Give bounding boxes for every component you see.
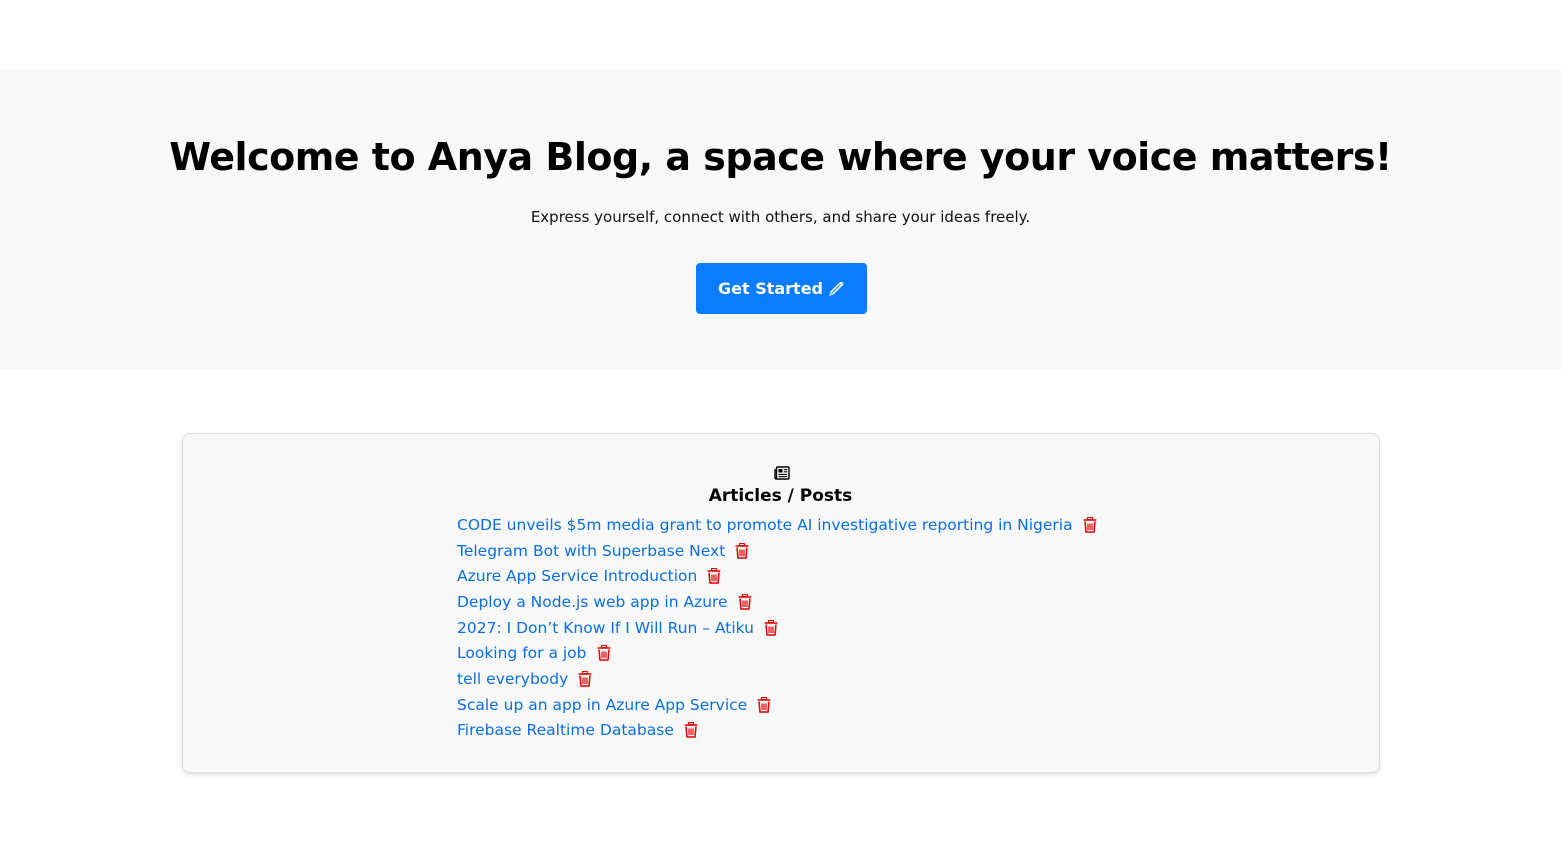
trash-icon[interactable]: [684, 722, 698, 739]
hero-subtitle: Express yourself, connect with others, a…: [530, 208, 1031, 226]
list-item: 2027: I Don’t Know If I Will Run – Atiku: [457, 615, 1097, 641]
trash-icon[interactable]: [578, 670, 592, 687]
articles-heading: Articles / Posts: [708, 486, 853, 506]
article-link[interactable]: 2027: I Don’t Know If I Will Run – Atiku: [457, 618, 754, 638]
get-started-button[interactable]: Get Started: [696, 263, 867, 314]
list-item: Looking for a job: [457, 640, 1097, 666]
list-item: Scale up an app in Azure App Service: [457, 692, 1097, 718]
trash-icon[interactable]: [735, 542, 749, 559]
trash-icon[interactable]: [757, 696, 771, 713]
list-item: tell everybody: [457, 666, 1097, 692]
trash-icon[interactable]: [1083, 516, 1097, 533]
article-link[interactable]: Telegram Bot with Superbase Next: [457, 541, 725, 561]
list-item: Azure App Service Introduction: [457, 563, 1097, 589]
article-link[interactable]: Firebase Realtime Database: [457, 720, 674, 740]
get-started-label: Get Started: [717, 279, 823, 298]
article-link[interactable]: Looking for a job: [457, 643, 587, 663]
article-link[interactable]: tell everybody: [457, 669, 568, 689]
article-link[interactable]: CODE unveils $5m media grant to promote …: [457, 515, 1073, 535]
article-link[interactable]: Deploy a Node.js web app in Azure: [457, 592, 728, 612]
trash-icon[interactable]: [764, 619, 778, 636]
trash-icon[interactable]: [738, 593, 752, 610]
pen-icon: [827, 280, 845, 298]
article-link[interactable]: Scale up an app in Azure App Service: [457, 695, 747, 715]
hero-title: Welcome to Anya Blog, a space where your…: [169, 135, 1392, 179]
newspaper-icon: [774, 465, 790, 481]
list-item: Telegram Bot with Superbase Next: [457, 538, 1097, 564]
list-item: CODE unveils $5m media grant to promote …: [457, 512, 1097, 538]
list-item: Deploy a Node.js web app in Azure: [457, 589, 1097, 615]
article-link[interactable]: Azure App Service Introduction: [457, 566, 697, 586]
trash-icon[interactable]: [597, 645, 611, 662]
articles-list: CODE unveils $5m media grant to promote …: [457, 512, 1097, 743]
list-item: Firebase Realtime Database: [457, 718, 1097, 744]
trash-icon[interactable]: [707, 568, 721, 584]
